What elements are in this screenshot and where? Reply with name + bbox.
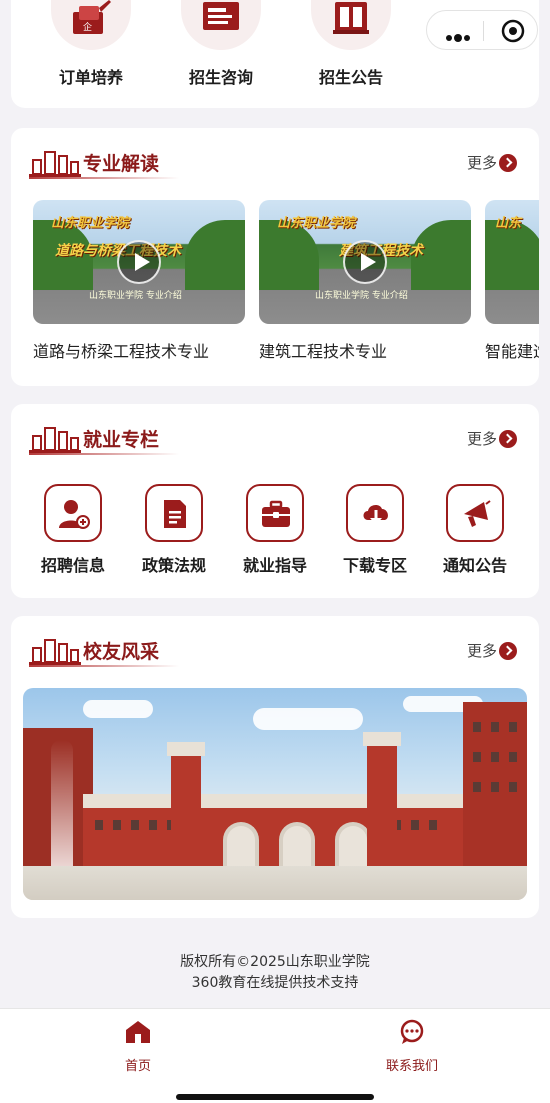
majors-title: 专业解读	[83, 153, 160, 175]
megaphone-icon	[446, 484, 504, 542]
nav-admission-consult[interactable]: 招生咨询	[161, 0, 281, 88]
nav-admission-notice-label: 招生公告	[318, 68, 383, 87]
campus-photo[interactable]	[23, 688, 527, 900]
video-title[interactable]: 建筑工程技术专业	[259, 338, 471, 362]
bottom-tab-bar: 首页 联系我们	[0, 1008, 550, 1103]
miniprogram-capsule	[426, 10, 538, 50]
employment-more-link[interactable]: 更多	[467, 428, 497, 449]
thumb-caption-school: 山东	[495, 216, 522, 231]
admission-notice-icon	[311, 0, 391, 50]
chevron-right-icon[interactable]	[499, 642, 517, 660]
employment-download[interactable]: 下载专区	[325, 484, 425, 576]
chevron-right-icon[interactable]	[499, 154, 517, 172]
video-title[interactable]: 道路与桥梁工程技术专业	[33, 338, 245, 362]
tab-home-label: 首页	[124, 1059, 151, 1074]
video-card-smart-construction[interactable]: 山东 智能建造	[485, 200, 539, 362]
svg-text:企: 企	[83, 21, 92, 33]
copyright-text: 版权所有©2025山东职业学院	[180, 954, 370, 970]
employment-guidance[interactable]: 就业指导	[225, 484, 325, 576]
briefcase-icon	[246, 484, 304, 542]
building-icon	[29, 427, 81, 453]
policy-label: 政策法规	[141, 556, 206, 575]
cloud-download-icon	[346, 484, 404, 542]
recruit-icon	[44, 484, 102, 542]
nav-admission-consult-label: 招生咨询	[188, 68, 253, 87]
employment-header: 就业专栏 更多	[11, 404, 539, 464]
notice-label: 通知公告	[442, 556, 507, 575]
majors-video-list[interactable]: 山东职业学院 道路与桥梁工程技术 山东职业学院 专业介绍 道路与桥梁工程技术专业…	[33, 200, 539, 370]
support-text: 360教育在线提供技术支持	[191, 975, 359, 991]
alumni-section: 校友风采 更多	[11, 616, 539, 918]
right-building	[463, 702, 527, 866]
nav-order-training[interactable]: 企 订单培养	[31, 0, 151, 88]
title-underline	[29, 665, 179, 667]
plaza	[23, 866, 527, 900]
title-underline	[29, 453, 179, 455]
thumb-caption-sub: 山东职业学院 专业介绍	[89, 291, 182, 301]
video-thumbnail[interactable]: 山东	[485, 200, 539, 324]
alumni-title: 校友风采	[83, 641, 160, 663]
alumni-header: 校友风采 更多	[11, 616, 539, 676]
cloud	[83, 700, 153, 718]
employment-recruit[interactable]: 招聘信息	[23, 484, 123, 576]
employment-section: 就业专栏 更多 招聘信息 政策法规 就业指导 下载专区 通知公告	[11, 404, 539, 598]
home-indicator	[176, 1094, 374, 1100]
chat-icon	[400, 1019, 424, 1044]
nav-admission-notice[interactable]: 招生公告	[291, 0, 411, 88]
employment-title: 就业专栏	[83, 429, 160, 451]
tab-contact-label: 联系我们	[385, 1059, 438, 1074]
thumb-caption-sub: 山东职业学院 专业介绍	[315, 291, 408, 301]
main-building	[83, 794, 463, 866]
thumb-caption-school: 山东职业学院	[277, 216, 356, 231]
video-card-road-bridge[interactable]: 山东职业学院 道路与桥梁工程技术 山东职业学院 专业介绍 道路与桥梁工程技术专业	[33, 200, 245, 362]
admission-consult-icon	[181, 0, 261, 50]
download-label: 下载专区	[342, 556, 407, 575]
alumni-more-link[interactable]: 更多	[467, 640, 497, 661]
employment-notice[interactable]: 通知公告	[425, 484, 525, 576]
video-thumbnail[interactable]: 山东职业学院 道路与桥梁工程技术 山东职业学院 专业介绍	[33, 200, 245, 324]
building-icon	[29, 151, 81, 177]
cloud	[253, 708, 363, 730]
recruit-label: 招聘信息	[40, 556, 105, 575]
majors-header: 专业解读 更多	[11, 128, 539, 188]
policy-doc-icon	[145, 484, 203, 542]
nav-order-training-label: 订单培养	[58, 68, 123, 87]
more-dots-icon[interactable]	[445, 27, 471, 46]
thumb-caption-school: 山东职业学院	[51, 216, 130, 231]
majors-section: 专业解读 更多 山东职业学院 道路与桥梁工程技术 山东职业学院 专业介绍 道路与…	[11, 128, 539, 386]
tower-left	[167, 742, 205, 866]
capsule-divider	[483, 21, 484, 41]
close-target-icon[interactable]	[501, 19, 525, 47]
home-icon	[126, 1021, 150, 1043]
guidance-label: 就业指导	[242, 556, 307, 575]
video-card-construction[interactable]: 山东职业学院 建筑工程技术 山东职业学院 专业介绍 建筑工程技术专业	[259, 200, 471, 362]
video-thumbnail[interactable]: 山东职业学院 建筑工程技术 山东职业学院 专业介绍	[259, 200, 471, 324]
tab-home[interactable]: 首页	[78, 1019, 198, 1074]
title-underline	[29, 177, 179, 179]
majors-more-link[interactable]: 更多	[467, 152, 497, 173]
building-icon	[29, 639, 81, 665]
play-icon[interactable]	[343, 240, 387, 284]
employment-policy[interactable]: 政策法规	[124, 484, 224, 576]
order-training-icon: 企	[51, 0, 131, 50]
tower-right	[363, 732, 401, 866]
video-title[interactable]: 智能建造	[485, 338, 539, 362]
trees-graphic	[185, 220, 245, 290]
chevron-right-icon[interactable]	[499, 430, 517, 448]
tab-contact[interactable]: 联系我们	[352, 1019, 472, 1074]
play-icon[interactable]	[117, 240, 161, 284]
